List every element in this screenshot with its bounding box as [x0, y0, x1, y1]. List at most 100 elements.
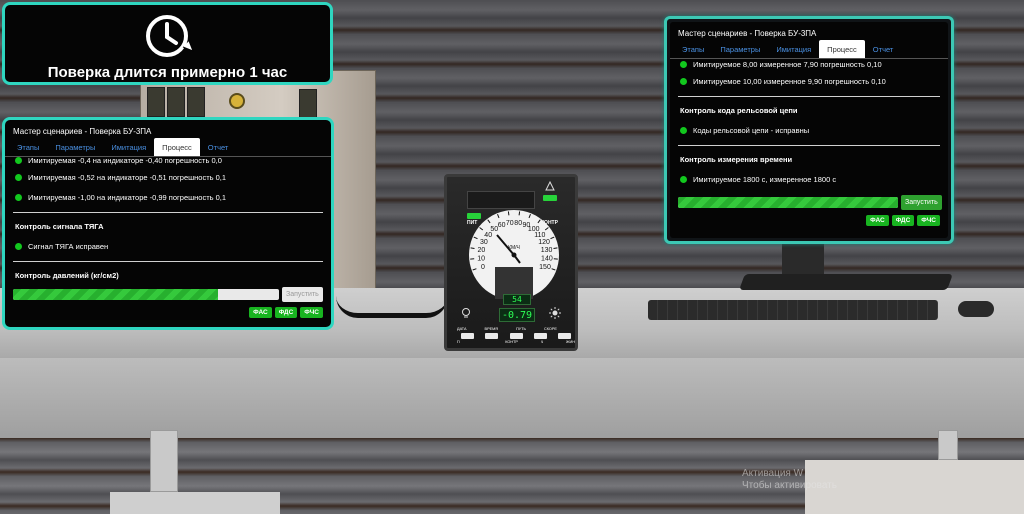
watermark-line: Активация W [742, 468, 804, 479]
gauge-scale-label: 130 [541, 247, 553, 254]
section-title: Контроль давлений (кг/см2) [15, 271, 119, 280]
warning-icon [545, 181, 555, 191]
tab-parameters[interactable]: Параметры [47, 138, 103, 156]
watermark-line: Чтобы активировать [742, 480, 837, 491]
tab-report[interactable]: Отчет [865, 40, 902, 58]
panel-title: Мастер сценариев - Поверка БУ-3ПА [13, 127, 152, 136]
status-badge-fas: ФАС [249, 307, 272, 318]
progress-bar [678, 196, 898, 208]
list-item-label: Коды рельсовой цепи - исправны [693, 125, 810, 135]
tab-imitation[interactable]: Имитация [768, 40, 819, 58]
device-button-label: СКОРЕ [544, 327, 557, 331]
status-dot [15, 193, 22, 201]
monitor-base [739, 274, 953, 290]
gauge-tick [507, 211, 510, 216]
tab-parameters[interactable]: Параметры [712, 40, 768, 58]
gauge-scale-label: 20 [478, 247, 486, 254]
list-item-label: Имитируемая -1,00 на индикаторе -0,99 по… [28, 192, 227, 202]
activation-watermark: Активация W Чтобы активировать [742, 468, 837, 492]
gauge-tick [518, 211, 521, 216]
device-button-speed[interactable] [533, 333, 547, 339]
status-dot [15, 157, 22, 164]
device-button-sublabel: КОНТР [505, 340, 518, 344]
list-item: Имитируемая -0,52 на индикаторе -0,51 по… [5, 167, 331, 187]
gauge-scale-label: 150 [539, 264, 551, 271]
lamp-icon [462, 308, 470, 318]
list-item: Имитируемое 1800 с, измеренное 1800 с [670, 169, 948, 189]
tab-stages[interactable]: Этапы [9, 138, 47, 156]
progress-fill [678, 196, 898, 208]
device-button-sublabel: Ч [540, 340, 544, 344]
gauge-scale-label: 30 [480, 239, 488, 246]
device-button-extra[interactable] [558, 333, 571, 339]
scenario-panel: Мастер сценариев - Поверка БУ-3ПА Этапы … [2, 117, 334, 330]
rack-slot [299, 89, 317, 119]
list-item: Коды рельсовой цепи - исправны [670, 120, 948, 140]
badge-row: ФАС ФДС ФЧС [670, 215, 948, 226]
rack-knob [229, 93, 245, 109]
tab-stages[interactable]: Этапы [674, 40, 712, 58]
desk-leg [938, 430, 958, 460]
progress-bar [13, 288, 279, 300]
gauge-tick [470, 247, 475, 249]
progress-row: Запустить [5, 285, 331, 303]
keyboard [648, 300, 938, 320]
list-item-label: Имитируемая -0,52 на индикаторе -0,51 по… [28, 172, 227, 182]
status-dot [680, 77, 687, 85]
cable [336, 296, 448, 318]
duration-text: Поверка длится примерно 1 час [47, 64, 288, 81]
tab-imitation[interactable]: Имитация [103, 138, 154, 156]
status-badge-fchs: ФЧС [300, 307, 323, 318]
floor-box [110, 492, 280, 514]
divider [13, 261, 323, 262]
device-button-time[interactable] [485, 333, 499, 339]
run-button[interactable]: Запустить [901, 194, 942, 210]
run-button[interactable]: Запустить [282, 286, 323, 302]
desk-front [0, 358, 1024, 438]
floor-box [805, 460, 1024, 514]
list-item-label: Имитируемая -0,4 на индикаторе -0,40 пог… [28, 156, 222, 165]
monitor-stand [782, 240, 824, 276]
tab-process[interactable]: Процесс [154, 138, 200, 156]
list-item-label: Имитируемое 1800 с, измеренное 1800 с [693, 174, 837, 184]
rack-slot [147, 87, 165, 117]
device-button-path[interactable] [509, 333, 523, 339]
mouse [958, 301, 994, 317]
status-badge-fchs: ФЧС [917, 215, 940, 226]
list-item-label: Имитируемое 10,00 измеренное 9,90 погреш… [693, 76, 886, 86]
progress-fill [13, 288, 218, 300]
list-item: Сигнал ТЯГА исправен [5, 236, 331, 256]
status-dot [680, 175, 687, 183]
gauge-scale-label: 0 [481, 264, 485, 271]
list-item-label: Имитируемое 8,00 измеренное 7,90 погрешн… [693, 59, 882, 69]
gauge-scale-label: 110 [534, 232, 545, 239]
list-item-label: Сигнал ТЯГА исправен [28, 241, 109, 251]
section-title: Контроль сигнала ТЯГА [15, 222, 104, 231]
section-title: Контроль кода рельсовой цепи [680, 106, 798, 115]
device-button-label: ВРЕМЯ [484, 327, 499, 331]
device-button-date[interactable] [461, 333, 474, 339]
duration-banner: Поверка длится примерно 1 час [2, 2, 333, 85]
gauge-scale-label: 140 [541, 256, 553, 263]
gauge-scale-label: 80 [514, 220, 522, 227]
status-badge-fas: ФАС [866, 215, 889, 226]
device-buttons [461, 333, 571, 339]
status-badge-fds: ФДС [891, 215, 915, 226]
device-button-labels: ДАТА ВРЕМЯ ПУТЬ СКОРЕ [457, 327, 575, 331]
divider [13, 212, 323, 213]
tab-report[interactable]: Отчет [200, 138, 237, 156]
divider [678, 145, 940, 146]
device-button-sublabels: П КОНТР Ч ЖИН [457, 340, 575, 344]
list-item: Имитируемая -0,4 на индикаторе -0,40 пог… [5, 154, 331, 167]
desk-leg [150, 430, 178, 492]
gauge-scale-label: 120 [538, 239, 550, 246]
status-badge-fds: ФДС [274, 307, 298, 318]
status-led [543, 195, 557, 201]
list-item: Имитируемое 8,00 измеренное 7,90 погрешн… [670, 57, 948, 71]
device-button-sublabel: П [457, 340, 460, 344]
monitor-scenario-panel: Мастер сценариев - Поверка БУ-3ПА Этапы … [670, 22, 948, 238]
tab-process[interactable]: Процесс [819, 40, 865, 58]
clock-icon [146, 15, 194, 57]
section-title: Контроль измерения времени [680, 155, 793, 164]
speedometer-device: ПИТ КОНТР 0 10 20 30 40 50 60 70 80 90 100 110 120 13… [444, 174, 578, 351]
